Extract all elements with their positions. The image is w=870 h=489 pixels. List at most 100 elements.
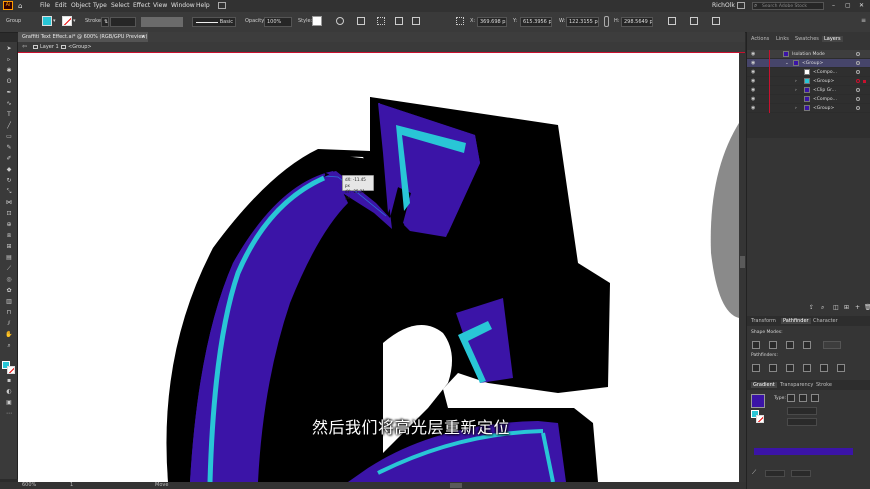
paintbrush-icon[interactable]: ✎ bbox=[5, 145, 13, 151]
arrange-documents-icon[interactable] bbox=[218, 2, 226, 9]
back-arrow-icon[interactable]: ⇦ bbox=[22, 43, 27, 50]
layer-row-group-3[interactable]: ◉ › <Group> bbox=[747, 104, 870, 113]
h-field[interactable]: 298.5649 px bbox=[621, 17, 653, 27]
merge-icon[interactable] bbox=[786, 364, 794, 372]
linear-gradient-icon[interactable] bbox=[787, 394, 795, 402]
stroke-weight-field[interactable] bbox=[110, 17, 136, 27]
shaper-tool-icon[interactable]: ✐ bbox=[5, 156, 13, 162]
tab-stroke[interactable]: Stroke bbox=[816, 382, 832, 388]
layer-row-compound-1[interactable]: ◉ <Compo... bbox=[747, 68, 870, 77]
menu-object[interactable]: Object bbox=[71, 2, 91, 9]
new-sublayer-icon[interactable]: ⊞ bbox=[844, 304, 849, 311]
search-stock-field[interactable]: ⌕ Search Adobe Stock bbox=[752, 2, 824, 10]
close-window-button[interactable]: ✕ bbox=[859, 2, 864, 9]
tab-gradient[interactable]: Gradient bbox=[751, 382, 777, 388]
menu-file[interactable]: File bbox=[40, 2, 50, 9]
crop-icon[interactable] bbox=[803, 364, 811, 372]
constrain-proportions-icon[interactable] bbox=[604, 16, 609, 27]
horizontal-scroll-thumb[interactable] bbox=[450, 483, 462, 488]
expand-arrow-icon[interactable]: ⌄ bbox=[785, 59, 789, 68]
menu-window[interactable]: Window bbox=[171, 2, 195, 9]
direct-selection-tool-icon[interactable]: ▹ bbox=[5, 57, 13, 63]
eye-icon[interactable]: ◉ bbox=[751, 50, 755, 59]
color-mode-icon[interactable]: ▪ bbox=[5, 378, 13, 384]
line-tool-icon[interactable]: ╱ bbox=[5, 123, 13, 129]
divide-icon[interactable] bbox=[752, 364, 760, 372]
rotate-tool-icon[interactable]: ↻ bbox=[5, 178, 13, 184]
workspace-icon[interactable] bbox=[737, 2, 745, 9]
breadcrumb-group[interactable]: <Group> bbox=[68, 44, 92, 50]
eraser-icon[interactable]: ◆ bbox=[5, 167, 13, 173]
target-icon[interactable] bbox=[856, 88, 860, 92]
maximize-button[interactable]: ▢ bbox=[845, 2, 851, 9]
free-transform-icon[interactable]: ⊡ bbox=[5, 211, 13, 217]
export-icon[interactable]: ⇪ bbox=[809, 304, 814, 311]
expand-button[interactable] bbox=[823, 341, 841, 349]
graphic-style-swatch[interactable] bbox=[312, 16, 322, 26]
gradient-tool-icon[interactable]: ▤ bbox=[5, 255, 13, 261]
align-icon[interactable] bbox=[357, 17, 365, 25]
opacity-small-field[interactable] bbox=[765, 470, 785, 477]
tab-swatches[interactable]: Swatches bbox=[795, 36, 819, 42]
stroke-dropdown-icon[interactable]: ▾ bbox=[73, 18, 76, 24]
target-icon[interactable] bbox=[856, 52, 860, 56]
menu-effect[interactable]: Effect bbox=[133, 2, 150, 9]
selection-tool-icon[interactable]: ➤ bbox=[5, 46, 13, 52]
eyedropper-small-icon[interactable]: ⟋ bbox=[752, 469, 756, 477]
curvature-tool-icon[interactable]: ∿ bbox=[5, 101, 13, 107]
document-tab[interactable]: Graffiti Text Effect.ai* @ 600% (RGB/GPU… bbox=[18, 32, 148, 42]
w-field[interactable]: 122.3155 px bbox=[566, 17, 599, 27]
target-icon[interactable] bbox=[856, 61, 860, 65]
tab-actions[interactable]: Actions bbox=[751, 36, 769, 42]
screen-mode-icon[interactable]: ▣ bbox=[5, 400, 13, 406]
selection-mode-icon[interactable] bbox=[712, 17, 720, 25]
exclude-icon[interactable] bbox=[803, 341, 811, 349]
expand-arrow-icon[interactable]: › bbox=[795, 104, 797, 113]
distribute-icon[interactable] bbox=[412, 17, 420, 25]
symbol-sprayer-icon[interactable]: ✿ bbox=[5, 288, 13, 294]
draw-mode-icon[interactable]: ◐ bbox=[5, 389, 13, 395]
menu-edit[interactable]: Edit bbox=[55, 2, 67, 9]
close-tab-icon[interactable]: ✕ bbox=[141, 32, 145, 42]
layer-row-clip-group[interactable]: ◉ › <Clip Gr... bbox=[747, 86, 870, 95]
target-icon[interactable] bbox=[856, 70, 860, 74]
panel-menu-icon[interactable]: ≡ bbox=[861, 17, 867, 25]
eye-icon[interactable]: ◉ bbox=[751, 68, 755, 77]
pen-tool-icon[interactable]: ✒ bbox=[5, 90, 13, 96]
isolate-icon[interactable] bbox=[668, 17, 676, 25]
artboard-tool-icon[interactable]: ⊓ bbox=[5, 310, 13, 316]
mesh-tool-icon[interactable]: ⊞ bbox=[5, 244, 13, 250]
zoom-level[interactable]: 600% bbox=[22, 482, 36, 488]
hand-tool-icon[interactable]: ✋ bbox=[5, 332, 13, 338]
fill-dropdown-icon[interactable]: ▾ bbox=[53, 18, 56, 24]
gradient-stroke-swatch[interactable] bbox=[756, 415, 764, 423]
eye-icon[interactable]: ◉ bbox=[751, 104, 755, 113]
magic-wand-icon[interactable]: ✱ bbox=[5, 68, 13, 74]
recolor-artwork-icon[interactable] bbox=[336, 17, 344, 25]
expand-arrow-icon[interactable]: › bbox=[795, 86, 797, 95]
layer-row-compound-2[interactable]: ◉ <Compo... bbox=[747, 95, 870, 104]
reference-point-icon[interactable] bbox=[377, 17, 385, 25]
locate-icon[interactable]: ⌕ bbox=[821, 304, 824, 312]
layer-row-isolation[interactable]: ◉ Isolation Mode bbox=[747, 50, 870, 59]
scale-tool-icon[interactable]: ⤡ bbox=[5, 189, 13, 195]
stroke-label[interactable]: Stroke: bbox=[85, 18, 103, 24]
menu-select[interactable]: Select bbox=[111, 2, 130, 9]
home-icon[interactable]: ⌂ bbox=[18, 2, 26, 10]
tab-pathfinder[interactable]: Pathfinder bbox=[781, 318, 811, 324]
radial-gradient-icon[interactable] bbox=[799, 394, 807, 402]
layer-row-group[interactable]: ◉ ⌄ <Group> bbox=[747, 59, 870, 68]
tab-links[interactable]: Links bbox=[776, 36, 789, 42]
slice-tool-icon[interactable]: ⫽ bbox=[5, 321, 13, 327]
tab-transform[interactable]: Transform bbox=[751, 318, 776, 324]
fill-swatch[interactable] bbox=[42, 16, 52, 26]
rectangle-tool-icon[interactable]: ▭ bbox=[5, 134, 13, 140]
shape-builder-icon[interactable]: ⊕ bbox=[5, 222, 13, 228]
stroke-color-swatch[interactable] bbox=[7, 366, 15, 374]
minimize-button[interactable]: – bbox=[832, 2, 835, 9]
eyedropper-icon[interactable]: ⟋ bbox=[5, 266, 13, 272]
layer-row-group-2[interactable]: ◉ › <Group> bbox=[747, 77, 870, 86]
x-field[interactable]: 369.698 px bbox=[477, 17, 507, 27]
lasso-icon[interactable]: ʘ bbox=[5, 79, 13, 85]
menu-view[interactable]: View bbox=[153, 2, 167, 9]
